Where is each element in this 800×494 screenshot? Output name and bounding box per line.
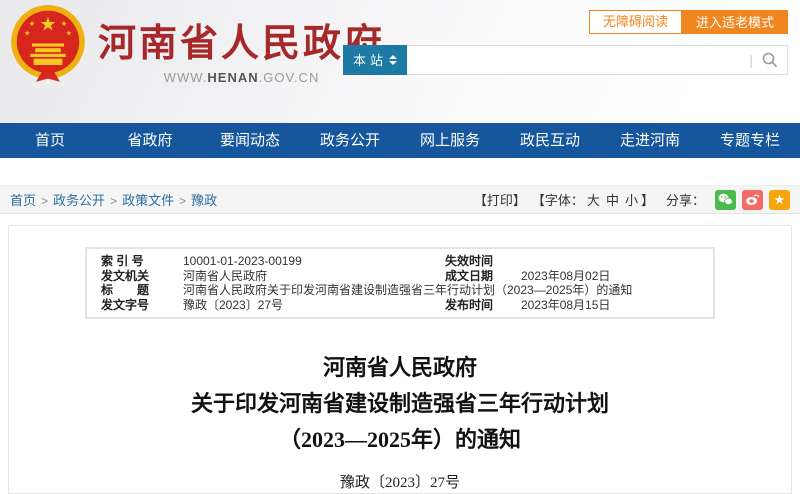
document-meta-table: 索 引 号 10001-01-2023-00199 失效时间 发文机关 河南省人… — [85, 247, 715, 319]
document-title-line1: 河南省人民政府 — [322, 355, 477, 380]
meta-row-issuing-agency: 发文机关 河南省人民政府 成文日期 2023年08月02日 — [101, 268, 611, 283]
accessibility-reading-button[interactable]: 无障碍阅读 — [588, 10, 682, 34]
font-size-small-button[interactable]: 小 — [625, 190, 638, 209]
elder-mode-button[interactable]: 进入适老模式 — [681, 10, 788, 34]
document-title-line3: （2023—2025年）的通知 — [278, 427, 521, 452]
nav-item-news[interactable]: 要闻动态 — [200, 123, 300, 158]
breadcrumb-home[interactable]: 首页 — [10, 193, 36, 208]
svg-text:★: ★ — [39, 15, 56, 36]
nav-item-online-services[interactable]: 网上服务 — [400, 123, 500, 158]
nav-item-about-henan[interactable]: 走进河南 — [600, 123, 700, 158]
site-title: 河南省人民政府 — [98, 23, 386, 65]
main-navigation: 首页 省政府 要闻动态 政务公开 网上服务 政民互动 走进河南 专题专栏 — [0, 123, 800, 158]
share-weibo-icon[interactable] — [742, 189, 763, 210]
document-reference-number: 豫政〔2023〕27号 — [339, 475, 460, 491]
font-size-label-close: 】 — [640, 193, 654, 208]
breadcrumb-yuzheng[interactable]: 豫政 — [191, 193, 217, 208]
nav-item-special-topics[interactable]: 专题专栏 — [700, 123, 800, 158]
document-content: 索 引 号 10001-01-2023-00199 失效时间 发文机关 河南省人… — [8, 225, 792, 494]
national-emblem-logo: ★ ★ ★ ★ ★ — [8, 3, 88, 87]
scope-updown-arrows-icon — [389, 54, 397, 65]
nav-item-home[interactable]: 首页 — [0, 123, 100, 158]
breadcrumb: 首页 > 政务公开 > 政策文件 > 豫政 — [10, 193, 218, 208]
breadcrumb-bar: 首页 > 政务公开 > 政策文件 > 豫政 【打印】 【字体： 大 中 小 】 分享： ★ — [0, 185, 800, 214]
font-size-medium-button[interactable]: 中 — [606, 190, 619, 209]
site-url: WWW.HENAN.GOV.CN — [163, 70, 320, 85]
search-scope-select[interactable]: 本站 — [343, 44, 407, 75]
font-size-large-button[interactable]: 大 — [587, 190, 600, 209]
breadcrumb-government-affairs[interactable]: 政务公开 — [53, 193, 105, 208]
document-title: 河南省人民政府 关于印发河南省建设制造强省三年行动计划 （2023—2025年）… — [9, 350, 791, 458]
nav-item-government-affairs[interactable]: 政务公开 — [300, 123, 400, 158]
nav-item-provincial-government[interactable]: 省政府 — [100, 123, 200, 158]
svg-text:★: ★ — [29, 19, 35, 28]
search-button[interactable] — [753, 46, 787, 74]
font-size-label-open: 【字体： — [531, 193, 584, 208]
breadcrumb-policy-documents[interactable]: 政策文件 — [122, 193, 174, 208]
svg-text:★: ★ — [66, 28, 72, 37]
document-title-line2: 关于印发河南省建设制造强省三年行动计划 — [190, 391, 609, 416]
search-bar: 本站 | — [343, 44, 788, 75]
share-qzone-star-icon[interactable]: ★ — [769, 189, 790, 210]
page-tools: 【打印】 【字体： 大 中 小 】 分享： ★ — [468, 189, 790, 210]
meta-row-document-number: 发文字号 豫政〔2023〕27号 发布时间 2023年08月15日 — [101, 297, 611, 312]
print-button[interactable]: 【打印】 — [474, 190, 526, 209]
meta-row-index-number: 索 引 号 10001-01-2023-00199 失效时间 — [101, 254, 494, 268]
meta-row-title: 标 题 河南省人民政府关于印发河南省建设制造强省三年行动计划（2023—2025… — [101, 283, 633, 297]
search-icon — [762, 52, 778, 68]
search-input[interactable] — [407, 47, 750, 73]
svg-text:★: ★ — [24, 28, 30, 37]
share-label: 分享： — [665, 193, 705, 208]
share-wechat-icon[interactable] — [715, 189, 736, 210]
svg-text:★: ★ — [61, 19, 67, 28]
nav-item-public-interaction[interactable]: 政民互动 — [500, 123, 600, 158]
site-header: ★ ★ ★ ★ ★ 河南省人民政府 WWW.HENAN.GOV.CN 无障碍阅读… — [0, 0, 800, 123]
